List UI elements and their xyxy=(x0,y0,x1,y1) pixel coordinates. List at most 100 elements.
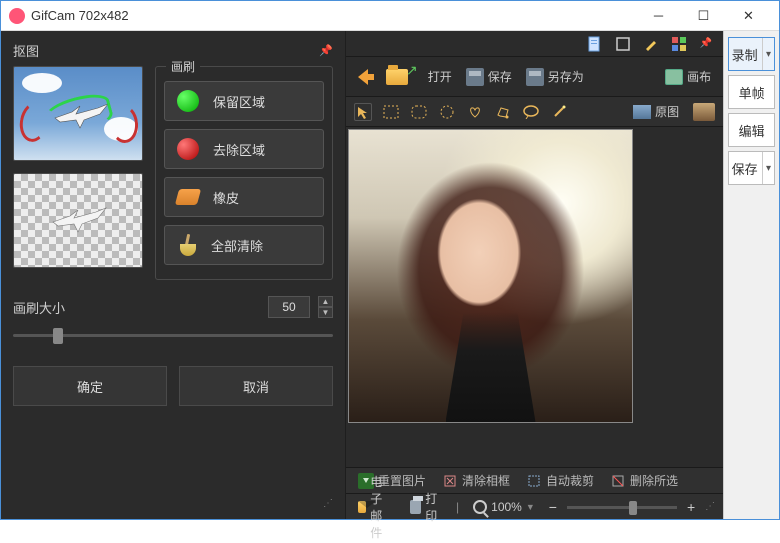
keep-area-button[interactable]: 保留区域 xyxy=(164,81,324,121)
rounded-rect-icon[interactable] xyxy=(410,103,428,121)
zoom-slider-thumb[interactable] xyxy=(629,501,637,515)
main-toolbar: ↗ 打开 保存 另存为 画布 xyxy=(346,57,723,97)
save-as-button[interactable]: 另存为 xyxy=(522,65,588,89)
heart-icon[interactable] xyxy=(466,103,484,121)
save-button[interactable]: 保存 xyxy=(462,65,516,89)
folder-icon xyxy=(386,69,408,85)
canvas-label: 画布 xyxy=(687,68,711,85)
eraser-icon xyxy=(175,189,201,205)
photo-content xyxy=(349,130,632,422)
fullscreen-icon[interactable] xyxy=(615,36,631,52)
app-window: GifCam 702x482 ─ ☐ ✕ 抠图 📌 xyxy=(0,0,780,520)
edit-actions-bar: 重置图片 清除相框 自动裁剪 删除所选 xyxy=(346,467,723,493)
color-grid-icon[interactable] xyxy=(671,36,687,52)
image-canvas[interactable] xyxy=(348,129,633,423)
ellipse-lasso-icon[interactable] xyxy=(522,103,540,121)
save-label: 保存 xyxy=(488,68,512,85)
open-button[interactable]: ↗ 打开 xyxy=(382,65,456,88)
spinner-down[interactable]: ▼ xyxy=(318,307,333,318)
spinner-up[interactable]: ▲ xyxy=(318,296,333,307)
back-arrow-icon[interactable] xyxy=(354,66,376,88)
clear-all-label: 全部清除 xyxy=(211,236,263,255)
zoom-out-button[interactable]: − xyxy=(549,499,557,515)
zoom-in-button[interactable]: + xyxy=(687,499,695,515)
delete-selected-button[interactable]: 删除所选 xyxy=(606,470,682,491)
record-button[interactable]: 录制 xyxy=(728,37,775,71)
single-frame-label: 单帧 xyxy=(739,83,765,102)
pin-icon[interactable]: 📌 xyxy=(319,44,333,58)
delete-icon xyxy=(610,473,626,489)
rect-dashed-icon[interactable] xyxy=(382,103,400,121)
window-body: 抠图 📌 xyxy=(1,31,779,519)
maximize-button[interactable]: ☐ xyxy=(681,1,726,30)
document-icon[interactable] xyxy=(587,36,603,52)
record-label: 录制 xyxy=(732,45,758,64)
circle-dashed-icon[interactable] xyxy=(438,103,456,121)
edit-button[interactable]: 编辑 xyxy=(728,113,775,147)
side-button-column: 录制 单帧 编辑 保存 xyxy=(723,31,779,519)
red-dot-icon xyxy=(177,138,199,160)
cutout-body: 画刷 保留区域 去除区域 橡皮 xyxy=(13,66,333,280)
open-label: 打开 xyxy=(428,68,452,85)
clear-frame-button[interactable]: 清除相框 xyxy=(438,470,514,491)
remove-area-button[interactable]: 去除区域 xyxy=(164,129,324,169)
eraser-button[interactable]: 橡皮 xyxy=(164,177,324,217)
remove-stroke-overlay xyxy=(17,100,52,144)
disk-icon-2 xyxy=(526,68,544,86)
save-side-label: 保存 xyxy=(732,159,758,178)
preview-result[interactable] xyxy=(13,173,143,268)
pencil-icon[interactable] xyxy=(643,36,659,52)
original-image-button[interactable]: 原图 xyxy=(629,100,683,123)
keep-area-label: 保留区域 xyxy=(213,92,265,111)
zoom-icon xyxy=(473,500,487,514)
zoom-dropdown-icon[interactable]: ▼ xyxy=(526,502,535,512)
save-as-label: 另存为 xyxy=(548,68,584,85)
green-dot-icon xyxy=(177,90,199,112)
clear-frame-label: 清除相框 xyxy=(462,472,510,489)
app-icon xyxy=(9,8,25,24)
email-button[interactable]: 电子邮件 xyxy=(354,471,396,543)
clear-all-button[interactable]: 全部清除 xyxy=(164,225,324,265)
image-thumb-icon xyxy=(633,105,651,119)
canvas-viewport[interactable] xyxy=(346,127,723,467)
disk-icon xyxy=(466,68,484,86)
clear-frame-icon xyxy=(442,473,458,489)
canvas-button[interactable]: 画布 xyxy=(661,65,715,88)
single-frame-button[interactable]: 单帧 xyxy=(728,75,775,109)
polygon-lasso-icon[interactable] xyxy=(494,103,512,121)
printer-icon xyxy=(410,500,421,514)
save-side-button[interactable]: 保存 xyxy=(728,151,775,185)
auto-crop-label: 自动裁剪 xyxy=(546,472,594,489)
close-button[interactable]: ✕ xyxy=(726,1,771,30)
minimize-button[interactable]: ─ xyxy=(636,1,681,30)
slider-thumb[interactable] xyxy=(53,328,63,344)
secondary-thumb-icon[interactable] xyxy=(693,103,715,121)
statusbar-resize-grip[interactable]: ⋰ xyxy=(705,501,715,512)
eraser-label: 橡皮 xyxy=(213,188,239,207)
panel-resize-grip[interactable]: ⋰ xyxy=(13,492,333,509)
dialog-buttons: 确定 取消 xyxy=(13,366,333,406)
mini-toolbar: 📌 xyxy=(346,31,723,57)
ok-button[interactable]: 确定 xyxy=(13,366,167,406)
brush-size-row: 画刷大小 50 ▲ ▼ xyxy=(13,296,333,318)
brush-size-slider[interactable] xyxy=(13,326,333,344)
titlebar: GifCam 702x482 ─ ☐ ✕ xyxy=(1,1,779,31)
crop-icon xyxy=(526,473,542,489)
preview-original[interactable] xyxy=(13,66,143,161)
magic-wand-icon[interactable] xyxy=(550,103,568,121)
original-label: 原图 xyxy=(655,103,679,120)
brush-size-value[interactable]: 50 xyxy=(268,296,310,318)
cancel-button[interactable]: 取消 xyxy=(179,366,333,406)
mail-icon xyxy=(358,501,366,513)
print-label: 打印 xyxy=(425,490,442,524)
brush-group: 画刷 保留区域 去除区域 橡皮 xyxy=(155,66,333,280)
pointer-tool-icon[interactable] xyxy=(354,103,372,121)
edit-label: 编辑 xyxy=(739,121,765,140)
auto-crop-button[interactable]: 自动裁剪 xyxy=(522,470,598,491)
selection-toolbar: 原图 xyxy=(346,97,723,127)
zoom-slider[interactable] xyxy=(567,499,677,515)
bird-cutout-icon xyxy=(48,206,108,234)
editor-area: 📌 ↗ 打开 保存 另存为 xyxy=(346,31,723,519)
zoom-control[interactable]: 100% ▼ xyxy=(469,498,539,516)
toolbar-pin-icon[interactable]: 📌 xyxy=(699,37,713,51)
